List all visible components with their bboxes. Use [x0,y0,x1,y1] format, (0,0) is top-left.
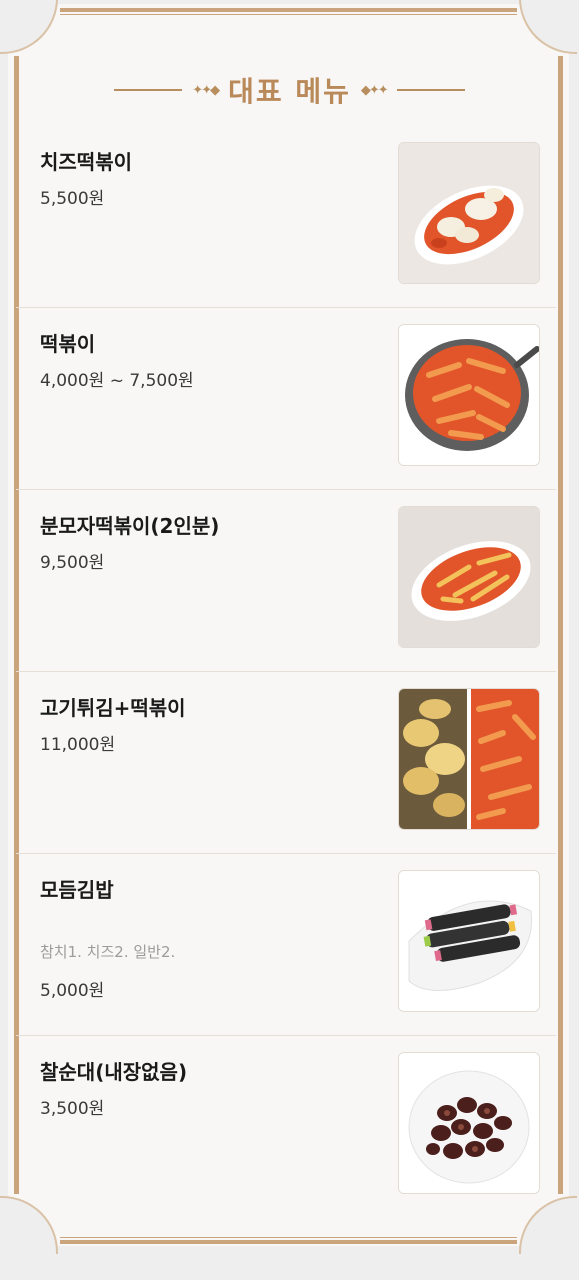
frame-border-bottom [60,1240,517,1244]
menu-item-name: 모듬김밥 [40,878,114,902]
menu-item[interactable]: 떡볶이 4,000원 ~ 7,500원 [16,308,556,490]
menu-item-price: 3,500원 [40,1099,105,1119]
menu-item[interactable]: 치즈떡볶이 5,500원 [16,126,556,308]
menu-item[interactable]: 찰순대(내장없음) 3,500원 [16,1036,556,1217]
frame-border-top [60,8,517,12]
fried-meat-tteokbokki-photo-icon[interactable] [398,688,540,830]
menu-item-name: 떡볶이 [40,332,96,356]
menu-item-name: 찰순대(내장없음) [40,1060,188,1084]
frame-corner-top-left [0,0,58,54]
menu-item-price: 5,500원 [40,189,105,209]
cheese-tteokbokki-photo-icon[interactable] [398,142,540,284]
diamond-ornament-icon: ◆✦✦ [360,82,389,98]
frame-border-right [558,56,563,1194]
menu-item-price: 4,000원 ~ 7,500원 [40,371,194,391]
menu-item[interactable]: 분모자떡볶이(2인분) 9,500원 [16,490,556,672]
section-header: ✦✦◆ 대표 메뉴 ◆✦✦ [0,70,579,110]
tteokbokki-photo-icon[interactable] [398,324,540,466]
menu-item-name: 치즈떡볶이 [40,150,132,174]
menu-item-price: 5,000원 [40,981,105,1001]
menu-item-name: 고기튀김+떡볶이 [40,696,186,720]
sundae-photo-icon[interactable] [398,1052,540,1194]
diamond-ornament-icon: ✦✦◆ [192,82,220,98]
menu-item-price: 9,500원 [40,553,105,573]
page-title: 대표 메뉴 [228,75,351,108]
gimbap-photo-icon[interactable] [398,870,540,1012]
title-rule-right [396,89,465,91]
menu-item[interactable]: 모듬김밥 참치1. 치즈2. 일반2. 5,000원 [16,854,556,1036]
title-rule-left [114,89,183,91]
frame-corner-top-right [519,0,577,54]
menu-item-price: 11,000원 [40,735,116,755]
menu-item-name: 분모자떡볶이(2인분) [40,514,220,538]
menu-list: 치즈떡볶이 5,500원 떡볶이 4,000원 ~ 7,500원 분모자떡볶이(… [16,126,556,1217]
bunmoja-tteokbokki-photo-icon[interactable] [398,506,540,648]
menu-item[interactable]: 고기튀김+떡볶이 11,000원 [16,672,556,854]
menu-item-description: 참치1. 치즈2. 일반2. [40,943,176,961]
